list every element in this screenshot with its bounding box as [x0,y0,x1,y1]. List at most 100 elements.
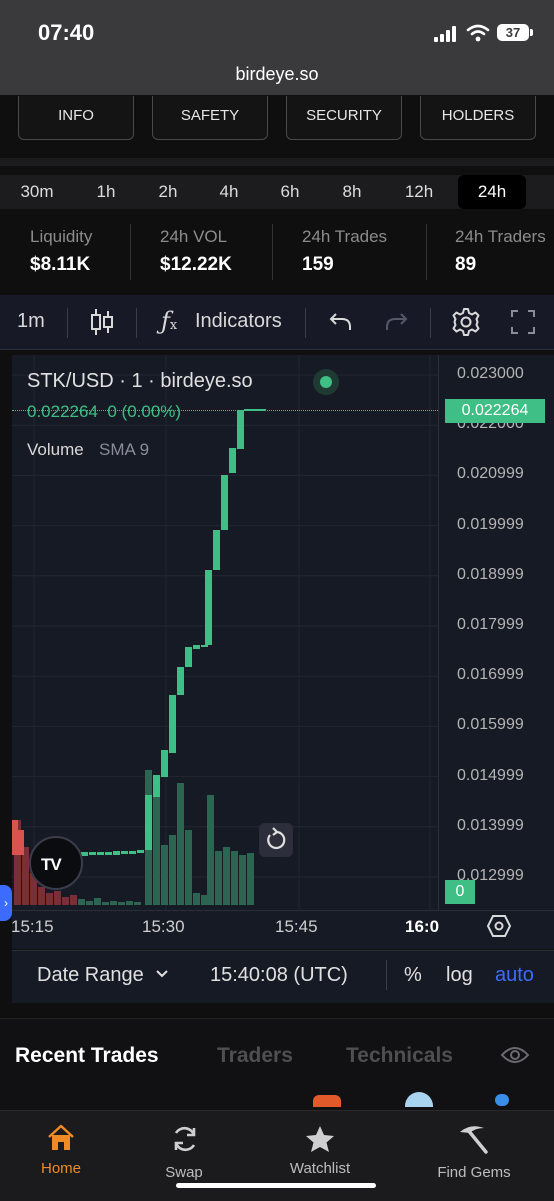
nav-watchlist-label[interactable]: Watchlist [280,1160,360,1177]
browser-url[interactable]: birdeye.so [0,64,554,85]
chart-symbol-title: STK/USD · 1 · birdeye.so [27,370,253,392]
volume-bar [62,897,69,905]
candle [229,448,236,473]
volume-bar [193,893,200,905]
timeframe-4h[interactable]: 4h [199,175,259,209]
tab-safety[interactable]: SAFETY [152,96,268,140]
log-scale-toggle[interactable]: log [446,964,473,987]
tab-technicals[interactable]: Technicals [346,1044,453,1068]
candle-type-icon[interactable] [89,307,115,337]
candle [97,852,104,855]
volume-bar [161,845,168,905]
candle [221,475,228,530]
date-range-button[interactable]: Date Range [37,964,144,987]
utc-clock[interactable]: 15:40:08 (UTC) [210,964,348,987]
price-tick: 0.013999 [457,816,524,834]
candle [145,795,152,850]
price-tick: 0.014999 [457,766,524,784]
redo-icon[interactable] [383,310,409,334]
volume-bar [38,887,45,905]
home-icon[interactable] [46,1124,76,1152]
axis-settings-icon[interactable] [486,913,512,939]
stat-liquidity-label: Liquidity [30,227,93,246]
price-tick: 0.016999 [457,666,524,684]
pickaxe-icon[interactable] [456,1122,490,1156]
last-price-badge: 0.022264 [445,399,545,423]
tab-traders[interactable]: Traders [217,1044,293,1068]
chevron-down-icon [156,970,168,978]
stat-trades-label: 24h Trades [302,227,388,246]
candle [205,570,212,645]
sidebar-toggle-button[interactable]: › [0,885,12,921]
nav-find-gems-label[interactable]: Find Gems [428,1164,520,1181]
stat-liquidity-value: $8.11K [30,254,91,275]
candle [12,820,18,855]
volume-bar [177,783,184,905]
price-tick: 0.018999 [457,565,524,583]
timeframe-2h[interactable]: 2h [138,175,198,209]
divider [305,308,306,338]
price-tick: 0.020999 [457,465,524,483]
candle [89,852,96,855]
volume-bar [247,853,254,905]
settings-gear-icon[interactable] [451,307,481,337]
tradingview-logo[interactable]: TV [29,836,83,890]
indicators-icon[interactable]: ƒx [161,307,177,335]
volume-bar [70,895,77,905]
star-icon[interactable] [304,1124,336,1154]
stat-traders-label: 24h Traders [455,227,546,246]
eye-icon[interactable] [500,1043,530,1067]
fullscreen-icon[interactable] [510,309,536,335]
candlestick-chart[interactable] [12,355,438,910]
candle [237,410,244,449]
auto-scale-toggle[interactable]: auto [495,964,534,987]
volume-bar [201,895,208,905]
divider [130,224,131,280]
indicators-button[interactable]: Indicators [195,310,282,333]
nav-home-label[interactable]: Home [31,1160,91,1177]
timeframe-selector: 30m 1h 2h 4h 6h 8h 12h 24h [0,175,554,209]
tab-info[interactable]: INFO [18,96,134,140]
timeframe-1h[interactable]: 1h [76,175,136,209]
candle [177,667,184,695]
divider [430,308,431,338]
stat-traders-value: 89 [455,254,477,275]
signal-icon [434,26,458,42]
nav-swap-label[interactable]: Swap [154,1164,214,1181]
wifi-icon [466,24,490,42]
percent-scale-toggle[interactable]: % [404,964,422,987]
candle [185,647,192,667]
volume-bar [126,901,133,905]
stat-volume-value: $12.22K [160,254,232,275]
volume-bar [223,847,230,905]
interval-button[interactable]: 1m [17,310,45,333]
volume-bar [102,902,109,905]
volume-bar [215,851,222,905]
tab-recent-trades[interactable]: Recent Trades [15,1044,159,1068]
divider [426,224,427,280]
price-tick: 0.015999 [457,716,524,734]
candle [105,852,112,855]
candle [213,530,220,570]
timeframe-8h[interactable]: 8h [322,175,382,209]
volume-bar [94,898,101,905]
timeframe-6h[interactable]: 6h [260,175,320,209]
market-status-indicator [313,369,339,395]
volume-bar [22,847,29,905]
reset-icon [267,827,286,850]
tab-security[interactable]: SECURITY [286,96,402,140]
candle [18,830,24,855]
tab-holders[interactable]: HOLDERS [420,96,536,140]
undo-icon[interactable] [328,310,354,334]
candle [137,850,144,853]
timeframe-24h[interactable]: 24h [458,175,526,209]
price-tick: 0.019999 [457,515,524,533]
token-icon [313,1095,341,1107]
reset-chart-button[interactable] [259,823,293,857]
volume-bar [54,891,61,905]
volume-bar [46,893,53,905]
timeframe-12h[interactable]: 12h [389,175,449,209]
timeframe-30m[interactable]: 30m [7,175,67,209]
divider [386,960,387,990]
swap-icon[interactable] [170,1124,200,1154]
